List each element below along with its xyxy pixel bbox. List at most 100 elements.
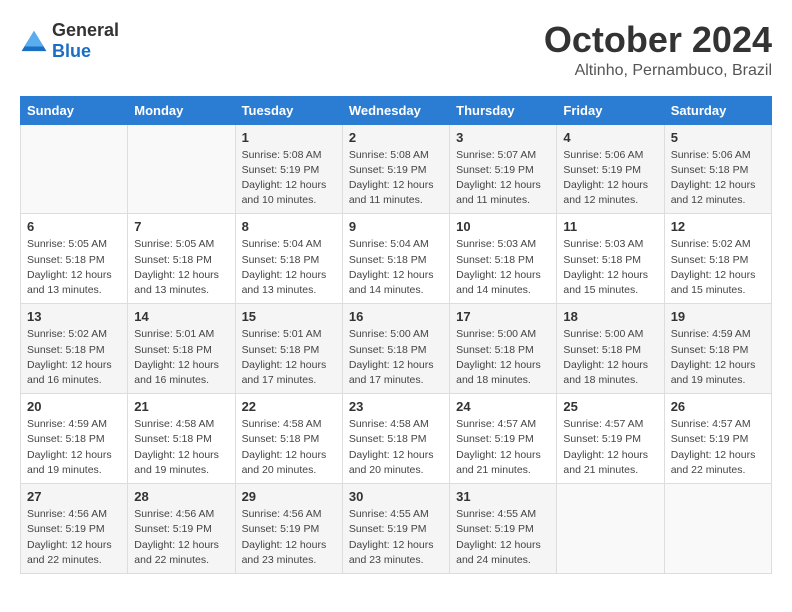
day-number: 28 bbox=[134, 489, 228, 504]
day-info: Sunrise: 5:06 AM Sunset: 5:19 PM Dayligh… bbox=[563, 148, 657, 209]
day-info: Sunrise: 4:56 AM Sunset: 5:19 PM Dayligh… bbox=[134, 507, 228, 568]
day-number: 4 bbox=[563, 130, 657, 145]
calendar-cell: 19 Sunrise: 4:59 AM Sunset: 5:18 PM Dayli… bbox=[664, 304, 771, 394]
day-info: Sunrise: 4:59 AM Sunset: 5:18 PM Dayligh… bbox=[27, 417, 121, 478]
calendar-cell bbox=[21, 124, 128, 214]
calendar-cell bbox=[557, 484, 664, 574]
day-info: Sunrise: 5:08 AM Sunset: 5:19 PM Dayligh… bbox=[242, 148, 336, 209]
day-number: 25 bbox=[563, 399, 657, 414]
day-number: 31 bbox=[456, 489, 550, 504]
day-number: 23 bbox=[349, 399, 443, 414]
calendar-cell: 3 Sunrise: 5:07 AM Sunset: 5:19 PM Daylig… bbox=[450, 124, 557, 214]
calendar-cell: 29 Sunrise: 4:56 AM Sunset: 5:19 PM Dayli… bbox=[235, 484, 342, 574]
day-number: 29 bbox=[242, 489, 336, 504]
calendar-cell: 11 Sunrise: 5:03 AM Sunset: 5:18 PM Dayli… bbox=[557, 214, 664, 304]
day-info: Sunrise: 5:01 AM Sunset: 5:18 PM Dayligh… bbox=[134, 327, 228, 388]
day-info: Sunrise: 4:58 AM Sunset: 5:18 PM Dayligh… bbox=[349, 417, 443, 478]
day-info: Sunrise: 5:08 AM Sunset: 5:19 PM Dayligh… bbox=[349, 148, 443, 209]
calendar-cell: 4 Sunrise: 5:06 AM Sunset: 5:19 PM Daylig… bbox=[557, 124, 664, 214]
calendar-cell: 14 Sunrise: 5:01 AM Sunset: 5:18 PM Dayli… bbox=[128, 304, 235, 394]
day-info: Sunrise: 4:55 AM Sunset: 5:19 PM Dayligh… bbox=[349, 507, 443, 568]
day-info: Sunrise: 4:57 AM Sunset: 5:19 PM Dayligh… bbox=[671, 417, 765, 478]
day-info: Sunrise: 5:02 AM Sunset: 5:18 PM Dayligh… bbox=[27, 327, 121, 388]
day-number: 30 bbox=[349, 489, 443, 504]
title-block: October 2024 Altinho, Pernambuco, Brazil bbox=[544, 20, 772, 80]
day-info: Sunrise: 4:56 AM Sunset: 5:19 PM Dayligh… bbox=[242, 507, 336, 568]
day-info: Sunrise: 5:03 AM Sunset: 5:18 PM Dayligh… bbox=[563, 237, 657, 298]
day-info: Sunrise: 4:57 AM Sunset: 5:19 PM Dayligh… bbox=[456, 417, 550, 478]
day-number: 27 bbox=[27, 489, 121, 504]
calendar-body: 1 Sunrise: 5:08 AM Sunset: 5:19 PM Daylig… bbox=[21, 124, 772, 573]
day-number: 18 bbox=[563, 309, 657, 324]
calendar-cell bbox=[664, 484, 771, 574]
calendar-cell: 16Sunrise: 5:00 AM Sunset: 5:18 PM Dayli… bbox=[342, 304, 449, 394]
calendar-cell: 31Sunrise: 4:55 AM Sunset: 5:19 PM Dayli… bbox=[450, 484, 557, 574]
day-number: 20 bbox=[27, 399, 121, 414]
calendar-week-3: 13 Sunrise: 5:02 AM Sunset: 5:18 PM Dayli… bbox=[21, 304, 772, 394]
logo-text: General Blue bbox=[52, 20, 119, 62]
day-info: Sunrise: 4:58 AM Sunset: 5:18 PM Dayligh… bbox=[134, 417, 228, 478]
day-number: 21 bbox=[134, 399, 228, 414]
header-friday: Friday bbox=[557, 96, 664, 124]
calendar-cell: 9Sunrise: 5:04 AM Sunset: 5:18 PM Daylig… bbox=[342, 214, 449, 304]
calendar-cell: 24 Sunrise: 4:57 AM Sunset: 5:19 PM Dayli… bbox=[450, 394, 557, 484]
header-tuesday: Tuesday bbox=[235, 96, 342, 124]
day-info: Sunrise: 5:07 AM Sunset: 5:19 PM Dayligh… bbox=[456, 148, 550, 209]
calendar-cell: 27 Sunrise: 4:56 AM Sunset: 5:19 PM Dayli… bbox=[21, 484, 128, 574]
day-info: Sunrise: 5:05 AM Sunset: 5:18 PM Dayligh… bbox=[27, 237, 121, 298]
day-info: Sunrise: 4:59 AM Sunset: 5:18 PM Dayligh… bbox=[671, 327, 765, 388]
calendar-cell: 21 Sunrise: 4:58 AM Sunset: 5:18 PM Dayli… bbox=[128, 394, 235, 484]
day-info: Sunrise: 4:57 AM Sunset: 5:19 PM Dayligh… bbox=[563, 417, 657, 478]
header-monday: Monday bbox=[128, 96, 235, 124]
day-number: 14 bbox=[134, 309, 228, 324]
day-number: 1 bbox=[242, 130, 336, 145]
day-number: 7 bbox=[134, 219, 228, 234]
header-saturday: Saturday bbox=[664, 96, 771, 124]
page-header: General Blue October 2024 Altinho, Perna… bbox=[20, 20, 772, 80]
calendar-cell: 1 Sunrise: 5:08 AM Sunset: 5:19 PM Daylig… bbox=[235, 124, 342, 214]
calendar-cell: 15Sunrise: 5:01 AM Sunset: 5:18 PM Dayli… bbox=[235, 304, 342, 394]
day-number: 26 bbox=[671, 399, 765, 414]
calendar-cell: 26 Sunrise: 4:57 AM Sunset: 5:19 PM Dayli… bbox=[664, 394, 771, 484]
day-number: 24 bbox=[456, 399, 550, 414]
day-info: Sunrise: 5:03 AM Sunset: 5:18 PM Dayligh… bbox=[456, 237, 550, 298]
calendar-cell: 5 Sunrise: 5:06 AM Sunset: 5:18 PM Daylig… bbox=[664, 124, 771, 214]
month-title: October 2024 bbox=[544, 20, 772, 60]
weekday-row: Sunday Monday Tuesday Wednesday Thursday… bbox=[21, 96, 772, 124]
calendar-cell: 8Sunrise: 5:04 AM Sunset: 5:18 PM Daylig… bbox=[235, 214, 342, 304]
logo-general: General bbox=[52, 20, 119, 40]
calendar-cell: 17Sunrise: 5:00 AM Sunset: 5:18 PM Dayli… bbox=[450, 304, 557, 394]
day-info: Sunrise: 5:00 AM Sunset: 5:18 PM Dayligh… bbox=[563, 327, 657, 388]
calendar-cell: 12Sunrise: 5:02 AM Sunset: 5:18 PM Dayli… bbox=[664, 214, 771, 304]
day-info: Sunrise: 5:00 AM Sunset: 5:18 PM Dayligh… bbox=[349, 327, 443, 388]
calendar-cell: 22 Sunrise: 4:58 AM Sunset: 5:18 PM Dayli… bbox=[235, 394, 342, 484]
day-number: 3 bbox=[456, 130, 550, 145]
day-number: 10 bbox=[456, 219, 550, 234]
day-info: Sunrise: 5:06 AM Sunset: 5:18 PM Dayligh… bbox=[671, 148, 765, 209]
day-number: 19 bbox=[671, 309, 765, 324]
day-info: Sunrise: 4:56 AM Sunset: 5:19 PM Dayligh… bbox=[27, 507, 121, 568]
day-info: Sunrise: 5:04 AM Sunset: 5:18 PM Dayligh… bbox=[349, 237, 443, 298]
logo: General Blue bbox=[20, 20, 119, 62]
calendar-cell: 30 Sunrise: 4:55 AM Sunset: 5:19 PM Dayli… bbox=[342, 484, 449, 574]
day-number: 12 bbox=[671, 219, 765, 234]
day-number: 11 bbox=[563, 219, 657, 234]
calendar-cell: 7Sunrise: 5:05 AM Sunset: 5:18 PM Daylig… bbox=[128, 214, 235, 304]
calendar-cell: 18 Sunrise: 5:00 AM Sunset: 5:18 PM Dayli… bbox=[557, 304, 664, 394]
calendar-cell: 28 Sunrise: 4:56 AM Sunset: 5:19 PM Dayli… bbox=[128, 484, 235, 574]
day-number: 2 bbox=[349, 130, 443, 145]
calendar-cell: 10 Sunrise: 5:03 AM Sunset: 5:18 PM Dayli… bbox=[450, 214, 557, 304]
calendar-table: Sunday Monday Tuesday Wednesday Thursday… bbox=[20, 96, 772, 574]
calendar-cell bbox=[128, 124, 235, 214]
day-info: Sunrise: 5:00 AM Sunset: 5:18 PM Dayligh… bbox=[456, 327, 550, 388]
day-number: 6 bbox=[27, 219, 121, 234]
calendar-week-5: 27 Sunrise: 4:56 AM Sunset: 5:19 PM Dayli… bbox=[21, 484, 772, 574]
day-number: 22 bbox=[242, 399, 336, 414]
day-number: 5 bbox=[671, 130, 765, 145]
calendar-cell: 2 Sunrise: 5:08 AM Sunset: 5:19 PM Daylig… bbox=[342, 124, 449, 214]
day-info: Sunrise: 4:58 AM Sunset: 5:18 PM Dayligh… bbox=[242, 417, 336, 478]
header-wednesday: Wednesday bbox=[342, 96, 449, 124]
calendar-cell: 25 Sunrise: 4:57 AM Sunset: 5:19 PM Dayli… bbox=[557, 394, 664, 484]
day-number: 13 bbox=[27, 309, 121, 324]
calendar-cell: 6 Sunrise: 5:05 AM Sunset: 5:18 PM Daylig… bbox=[21, 214, 128, 304]
